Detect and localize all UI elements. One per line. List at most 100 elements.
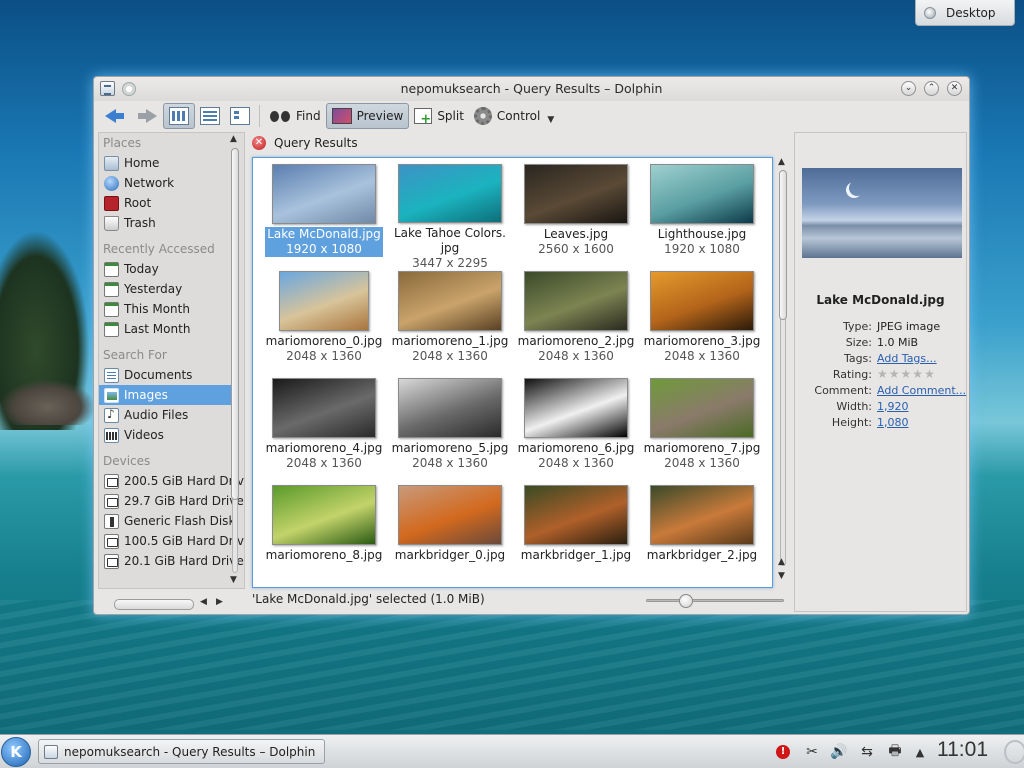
rating-star-icon[interactable]: ★	[912, 367, 923, 381]
task-dolphin[interactable]: nepomuksearch - Query Results – Dolphin	[38, 739, 325, 764]
arrow-up-icon[interactable]: ▲	[913, 742, 927, 762]
places-hscroll-thumb[interactable]	[114, 599, 194, 610]
sidebar-item-200-5-gib-hard-drive[interactable]: 200.5 GiB Hard Drive	[99, 471, 244, 491]
printer-icon[interactable]: 🖶	[885, 742, 905, 762]
places-scroll-thumb[interactable]	[231, 148, 239, 500]
file-thumbnail[interactable]	[279, 271, 369, 331]
file-thumbnail[interactable]	[272, 485, 376, 545]
rating-star-icon[interactable]: ★	[924, 367, 935, 381]
file-item[interactable]: mariomoreno_4.jpg 2048 x 1360	[261, 378, 387, 485]
file-scroll-thumb[interactable]	[779, 170, 787, 320]
add-tags-link[interactable]: Add Tags...	[877, 352, 968, 365]
file-thumbnail[interactable]	[398, 164, 502, 223]
preview-button[interactable]: Preview	[325, 103, 410, 129]
sidebar-item-trash[interactable]: Trash	[99, 213, 244, 233]
sidebar-item-network[interactable]: Network	[99, 173, 244, 193]
places-scrollbar[interactable]: ▲ ▼	[229, 132, 241, 592]
icons-view-button[interactable]	[163, 103, 195, 129]
close-search-icon[interactable]: ✕	[252, 136, 266, 150]
control-menu-button[interactable]: Control ▼	[469, 103, 559, 129]
window-titlebar[interactable]: nepomuksearch - Query Results – Dolphin …	[94, 77, 969, 101]
file-thumbnail[interactable]	[524, 485, 628, 545]
places-horizontal-scrollbar[interactable]: ◀ ▶	[106, 597, 236, 610]
split-button[interactable]: Split	[409, 103, 469, 129]
scroll-left-arrow[interactable]: ◀	[200, 597, 207, 607]
file-thumbnail[interactable]	[398, 378, 502, 438]
sidebar-item-last-month[interactable]: Last Month	[99, 319, 244, 339]
info-height-value[interactable]: 1,080	[877, 416, 968, 429]
forward-button[interactable]	[131, 103, 163, 129]
sidebar-item-yesterday[interactable]: Yesterday	[99, 279, 244, 299]
volume-icon[interactable]: 🔊	[828, 742, 850, 762]
maximize-button[interactable]: ⌃	[924, 81, 939, 96]
file-thumbnail[interactable]	[650, 378, 754, 438]
rating-star-icon[interactable]: ★	[901, 367, 912, 381]
places-scroll-up-arrow[interactable]: ▲	[230, 134, 237, 144]
file-item[interactable]: Lake McDonald.jpg 1920 x 1080	[261, 164, 387, 271]
rating-star-icon[interactable]: ★	[877, 367, 888, 381]
sidebar-item-audio-files[interactable]: Audio Files	[99, 405, 244, 425]
file-item[interactable]: Lighthouse.jpg 1920 x 1080	[639, 164, 765, 271]
file-item[interactable]: markbridger_0.jpg	[387, 485, 513, 587]
find-button[interactable]: Find	[264, 103, 326, 129]
file-item[interactable]: mariomoreno_6.jpg 2048 x 1360	[513, 378, 639, 485]
file-thumbnail[interactable]	[650, 485, 754, 545]
file-view-scrollbar[interactable]: ▲ ▲ ▼	[777, 157, 789, 588]
file-thumbnail[interactable]	[524, 378, 628, 438]
add-comment-link[interactable]: Add Comment...	[877, 384, 968, 397]
file-item[interactable]: mariomoreno_1.jpg 2048 x 1360	[387, 271, 513, 378]
file-item[interactable]: mariomoreno_7.jpg 2048 x 1360	[639, 378, 765, 485]
file-item[interactable]: mariomoreno_2.jpg 2048 x 1360	[513, 271, 639, 378]
close-window-button[interactable]: ✕	[947, 81, 962, 96]
sidebar-item-20-1-gib-hard-drive[interactable]: 20.1 GiB Hard Drive	[99, 551, 244, 571]
file-item[interactable]: Leaves.jpg 2560 x 1600	[513, 164, 639, 271]
desktop-toolbox-button[interactable]: Desktop	[915, 0, 1015, 26]
sidebar-item-today[interactable]: Today	[99, 259, 244, 279]
file-thumbnail[interactable]	[524, 164, 628, 224]
scroll-right-arrow[interactable]: ▶	[216, 597, 223, 607]
file-thumbnail[interactable]	[272, 378, 376, 438]
file-scroll-up-arrow[interactable]: ▲	[778, 157, 785, 167]
kde-launcher-button[interactable]: K	[1, 737, 31, 767]
panel-toolbox-button[interactable]	[1004, 740, 1024, 764]
zoom-slider-handle[interactable]	[679, 594, 693, 608]
sidebar-item-home[interactable]: Home	[99, 153, 244, 173]
clock[interactable]: 11:01	[937, 738, 988, 762]
zoom-slider-track[interactable]	[646, 599, 784, 602]
file-item[interactable]: markbridger_1.jpg	[513, 485, 639, 587]
stop-icon[interactable]: !	[775, 742, 791, 762]
file-thumbnail[interactable]	[524, 271, 628, 331]
file-scroll-down-arrow-1[interactable]: ▲	[778, 557, 785, 567]
sidebar-item-images[interactable]: Images	[99, 385, 232, 405]
back-button[interactable]	[99, 103, 131, 129]
rating-stars[interactable]: ★ ★ ★ ★ ★	[877, 367, 968, 381]
file-thumbnail[interactable]	[272, 164, 376, 224]
sidebar-item-29-7-gib-hard-drive[interactable]: 29.7 GiB Hard Drive	[99, 491, 244, 511]
file-scroll-down-arrow[interactable]: ▼	[778, 571, 785, 581]
file-item[interactable]: mariomoreno_5.jpg 2048 x 1360	[387, 378, 513, 485]
zoom-slider[interactable]	[646, 594, 784, 608]
file-thumbnail[interactable]	[398, 271, 502, 331]
sidebar-item-this-month[interactable]: This Month	[99, 299, 244, 319]
sidebar-item-100-5-gib-hard-drive[interactable]: 100.5 GiB Hard Drive	[99, 531, 244, 551]
scissors-icon[interactable]: ✂	[803, 742, 821, 762]
info-width-value[interactable]: 1,920	[877, 400, 968, 413]
file-thumbnail[interactable]	[398, 485, 502, 545]
minimize-button[interactable]: ⌄	[901, 81, 916, 96]
file-item[interactable]: mariomoreno_8.jpg	[261, 485, 387, 587]
usb-icon[interactable]: ⇆	[856, 742, 878, 762]
file-thumbnail[interactable]	[650, 271, 754, 331]
file-item[interactable]: Lake Tahoe Colors. jpg 3447 x 2295	[387, 164, 513, 271]
sidebar-item-videos[interactable]: Videos	[99, 425, 244, 445]
file-thumbnail[interactable]	[650, 164, 754, 224]
compact-view-button[interactable]	[195, 103, 225, 129]
sidebar-item-generic-flash-disk[interactable]: Generic Flash Disk	[99, 511, 244, 531]
sidebar-item-documents[interactable]: Documents	[99, 365, 244, 385]
sidebar-item-root[interactable]: Root	[99, 193, 244, 213]
file-item[interactable]: markbridger_2.jpg	[639, 485, 765, 587]
details-view-button[interactable]	[225, 103, 255, 129]
file-item[interactable]: mariomoreno_3.jpg 2048 x 1360	[639, 271, 765, 378]
file-view[interactable]: Lake McDonald.jpg 1920 x 1080 Lake Tahoe C…	[252, 157, 773, 588]
rating-star-icon[interactable]: ★	[889, 367, 900, 381]
places-scroll-down-arrow[interactable]: ▼	[230, 575, 237, 585]
